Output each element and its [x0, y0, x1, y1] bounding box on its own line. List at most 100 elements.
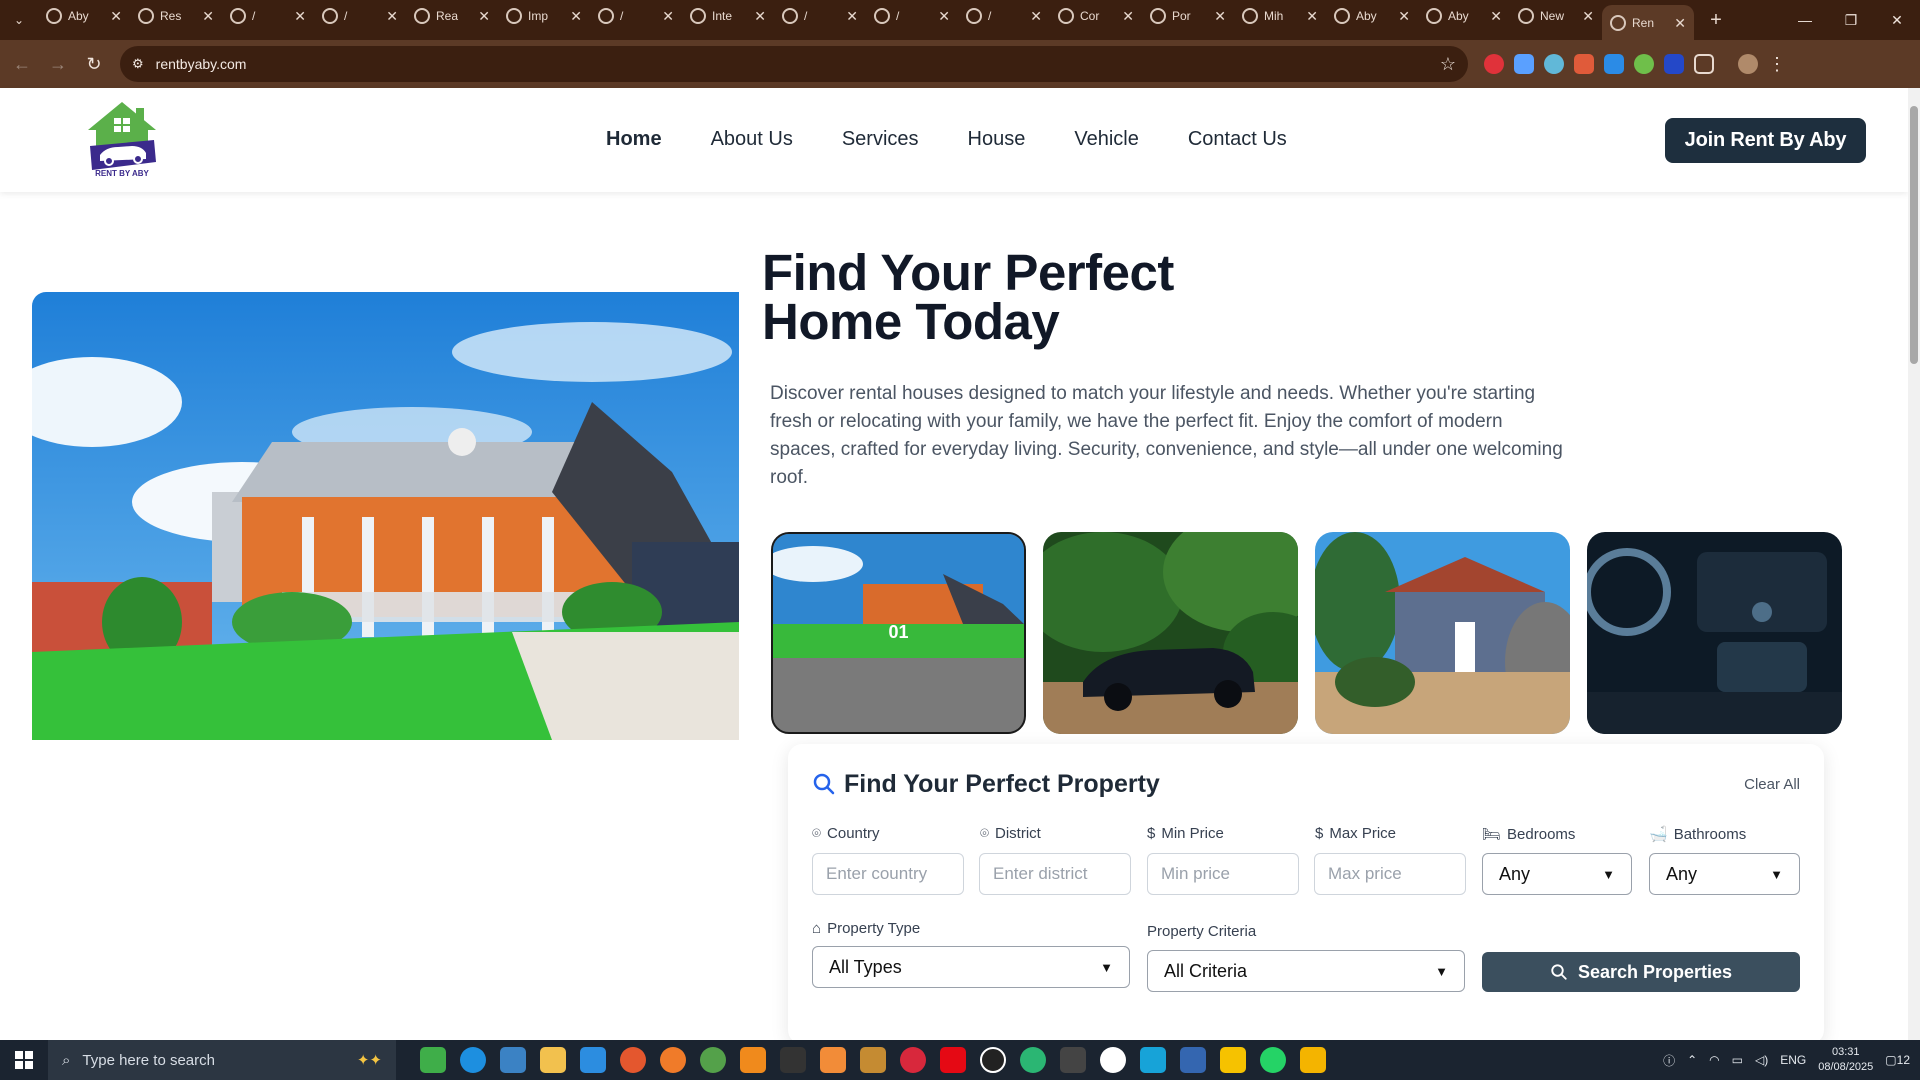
property-type-select[interactable]: All Types ▼ [812, 946, 1130, 988]
browser-tab[interactable]: / ✕ [866, 1, 958, 31]
pinterest-app-icon[interactable] [900, 1047, 926, 1073]
docs-extension-icon[interactable] [1514, 54, 1534, 74]
extension-icon[interactable] [1634, 54, 1654, 74]
browser-tab[interactable]: / ✕ [222, 1, 314, 31]
profile-avatar[interactable] [1738, 54, 1758, 74]
taskbar-search-box[interactable]: ⌕ Type here to search ✦✦ [48, 1040, 396, 1080]
menu-kebab-icon[interactable]: ⋮ [1768, 54, 1786, 74]
react-extension-icon[interactable] [1544, 54, 1564, 74]
tab-close-icon[interactable]: ✕ [754, 8, 766, 25]
carousel-thumb-1[interactable]: 01 [771, 532, 1026, 734]
help-icon[interactable]: ⓘ [1663, 1052, 1675, 1069]
carousel-thumb-4[interactable] [1587, 532, 1842, 734]
app-icon[interactable] [780, 1047, 806, 1073]
tab-close-icon[interactable]: ✕ [846, 8, 858, 25]
nav-home[interactable]: Home [606, 128, 662, 151]
browser-tab[interactable]: / ✕ [774, 1, 866, 31]
property-criteria-select[interactable]: All Criteria ▼ [1147, 950, 1465, 992]
language-indicator[interactable]: ENG [1780, 1053, 1806, 1067]
sticky-notes-app-icon[interactable] [1220, 1047, 1246, 1073]
page-scrollbar[interactable] [1908, 88, 1920, 1040]
volume-icon[interactable]: ◁) [1755, 1053, 1768, 1067]
tab-close-icon[interactable]: ✕ [386, 8, 398, 25]
browser-tab[interactable]: Rea ✕ [406, 1, 498, 31]
restore-icon[interactable]: ❐ [1828, 0, 1874, 40]
browser-tab[interactable]: Ren ✕ [1602, 5, 1694, 41]
tab-close-icon[interactable]: ✕ [1122, 8, 1134, 25]
behance-app-icon[interactable] [1060, 1047, 1086, 1073]
firefox-app-icon[interactable] [660, 1047, 686, 1073]
browser-tab[interactable]: / ✕ [958, 1, 1050, 31]
browser-tab[interactable]: New ✕ [1510, 1, 1602, 31]
bathrooms-select[interactable]: Any ▼ [1649, 853, 1800, 895]
tab-close-icon[interactable]: ✕ [1214, 8, 1226, 25]
country-input[interactable]: Enter country [812, 853, 964, 895]
tab-close-icon[interactable]: ✕ [110, 8, 122, 25]
tab-close-icon[interactable]: ✕ [1398, 8, 1410, 25]
scrollbar-thumb[interactable] [1910, 106, 1918, 364]
xampp-app-icon[interactable] [820, 1047, 846, 1073]
tab-close-icon[interactable]: ✕ [202, 8, 214, 25]
browser-tab[interactable]: Inte ✕ [682, 1, 774, 31]
app-icon[interactable] [980, 1047, 1006, 1073]
chrome-app-icon[interactable] [620, 1047, 646, 1073]
tab-close-icon[interactable]: ✕ [938, 8, 950, 25]
app-icon[interactable] [700, 1047, 726, 1073]
netflix-app-icon[interactable] [940, 1047, 966, 1073]
extension-icon[interactable] [1604, 54, 1624, 74]
carousel-thumb-2[interactable] [1043, 532, 1298, 734]
browser-tab[interactable]: / ✕ [590, 1, 682, 31]
join-button[interactable]: Join Rent By Aby [1665, 118, 1866, 163]
browser-tab[interactable]: Aby ✕ [1418, 1, 1510, 31]
bedrooms-select[interactable]: Any ▼ [1482, 853, 1632, 895]
browser-tab[interactable]: Res ✕ [130, 1, 222, 31]
rent-by-aby-logo[interactable]: RENT BY ABY [84, 100, 160, 178]
site-info-icon[interactable]: ⚙ [132, 56, 144, 72]
browser-tab[interactable]: Aby ✕ [1326, 1, 1418, 31]
app-icon[interactable] [1100, 1047, 1126, 1073]
search-properties-button[interactable]: Search Properties [1482, 952, 1800, 992]
clock[interactable]: 03:31 08/08/2025 [1818, 1045, 1873, 1075]
nav-services[interactable]: Services [842, 128, 919, 151]
notification-center-icon[interactable]: ▢12 [1885, 1053, 1910, 1067]
chevron-up-icon[interactable]: ⌃ [1687, 1053, 1697, 1067]
whatsapp-app-icon[interactable] [1260, 1047, 1286, 1073]
tab-close-icon[interactable]: ✕ [478, 8, 490, 25]
browser-tab[interactable]: Mih ✕ [1234, 1, 1326, 31]
vlc-app-icon[interactable] [740, 1047, 766, 1073]
app-icon[interactable] [1140, 1047, 1166, 1073]
tab-close-icon[interactable]: ✕ [1490, 8, 1502, 25]
file-explorer-icon[interactable] [540, 1047, 566, 1073]
tab-close-icon[interactable]: ✕ [1582, 8, 1594, 25]
browser-tab[interactable]: Por ✕ [1142, 1, 1234, 31]
windows-start-icon[interactable] [0, 1040, 48, 1080]
extension-icon[interactable] [1574, 54, 1594, 74]
spreadsheet-app-icon[interactable] [420, 1047, 446, 1073]
network-icon[interactable]: ◠ [1709, 1053, 1719, 1067]
tab-close-icon[interactable]: ✕ [1674, 15, 1686, 32]
bookmark-star-icon[interactable]: ☆ [1440, 54, 1456, 75]
adblock-extension-icon[interactable] [1484, 54, 1504, 74]
tab-close-icon[interactable]: ✕ [1306, 8, 1318, 25]
max-price-input[interactable]: Max price [1314, 853, 1466, 895]
back-icon[interactable]: ← [4, 46, 40, 82]
minimize-icon[interactable]: — [1782, 0, 1828, 40]
extensions-puzzle-icon[interactable] [1694, 54, 1714, 74]
tab-close-icon[interactable]: ✕ [1030, 8, 1042, 25]
browser-tab[interactable]: Cor ✕ [1050, 1, 1142, 31]
district-input[interactable]: Enter district [979, 853, 1131, 895]
app-icon[interactable] [1180, 1047, 1206, 1073]
nav-vehicle[interactable]: Vehicle [1074, 128, 1139, 151]
tab-search-icon[interactable]: ⌄ [0, 0, 38, 40]
forward-icon[interactable]: → [40, 46, 76, 82]
edge-app-icon[interactable] [460, 1047, 486, 1073]
browser-tab[interactable]: / ✕ [314, 1, 406, 31]
browser-tab[interactable]: Aby ✕ [38, 1, 130, 31]
clear-all-button[interactable]: Clear All [1744, 776, 1800, 793]
tab-close-icon[interactable]: ✕ [294, 8, 306, 25]
nav-contact-us[interactable]: Contact Us [1188, 128, 1287, 151]
carousel-thumb-3[interactable] [1315, 532, 1570, 734]
min-price-input[interactable]: Min price [1147, 853, 1299, 895]
store-app-icon[interactable] [500, 1047, 526, 1073]
vscode-app-icon[interactable] [580, 1047, 606, 1073]
